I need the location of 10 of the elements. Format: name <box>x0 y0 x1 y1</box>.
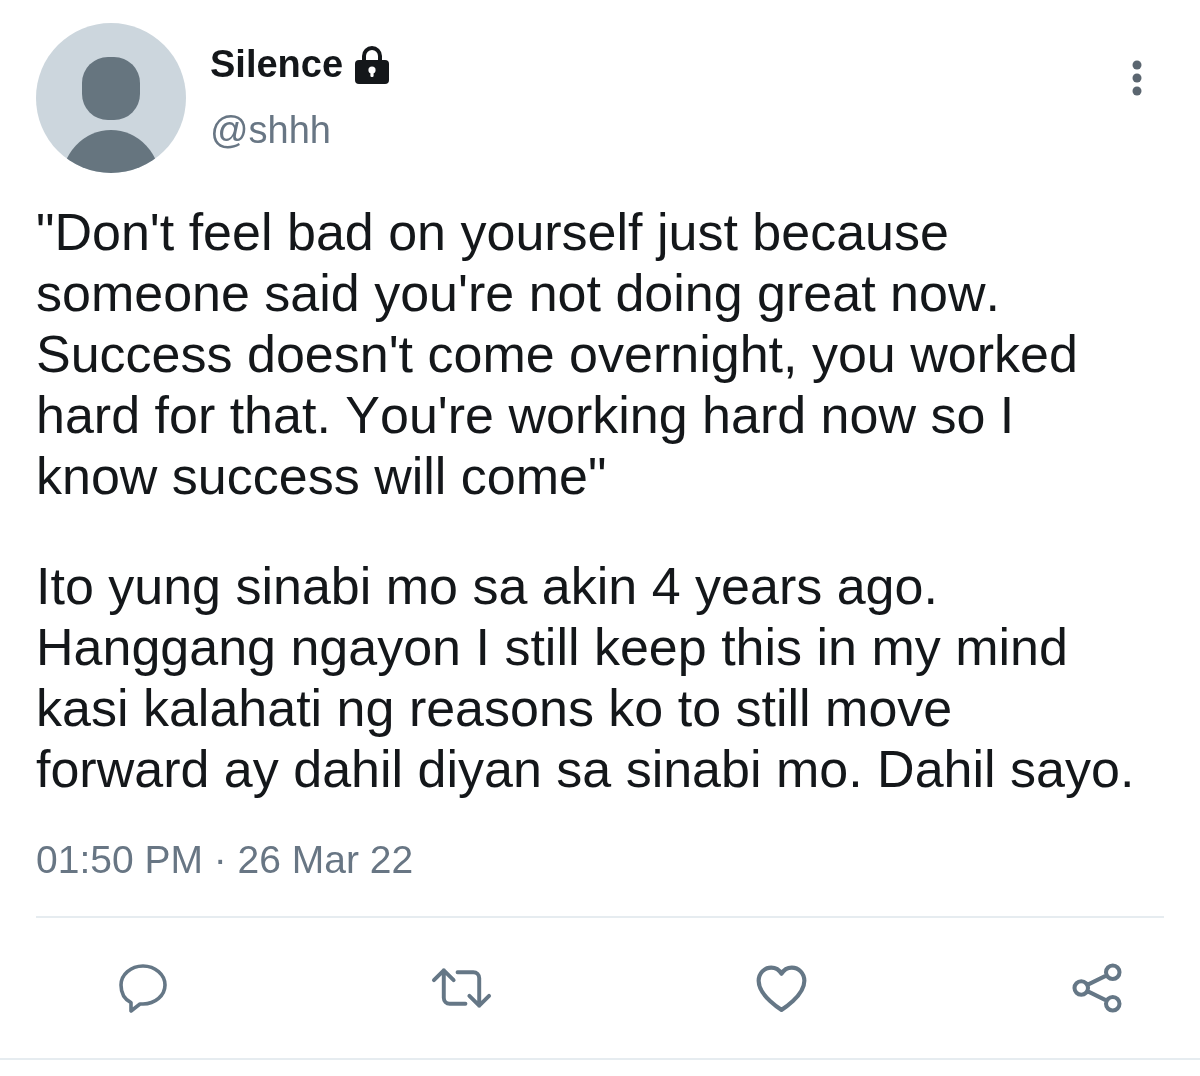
retweet-icon[interactable] <box>430 966 493 1010</box>
tweet-text: "Don't feel bad on yourself just because someone said you're not doing great now. Success doesn't come overnight, you worked hard for that. You're working hard now so I know success will come" <box>36 202 1079 507</box>
user-handle: @shhh <box>210 108 331 152</box>
avatar-icon <box>36 22 186 174</box>
reply-icon[interactable] <box>117 961 169 1015</box>
display-name: Silence <box>210 42 344 86</box>
tweet-timestamp: 01:50 PM · 26 Mar 22 <box>36 840 414 880</box>
share-icon[interactable] <box>1070 961 1124 1015</box>
tweet-text: Ito yung sinabi mo sa akin 4 years ago. Hanggang ngayon I still keep this in my mind kasi kalahati ng reasons ko to still move forward ay dahil diyan sa sinabi mo. Dahil sayo. <box>36 556 1136 800</box>
more-options-icon[interactable] <box>1132 60 1142 96</box>
